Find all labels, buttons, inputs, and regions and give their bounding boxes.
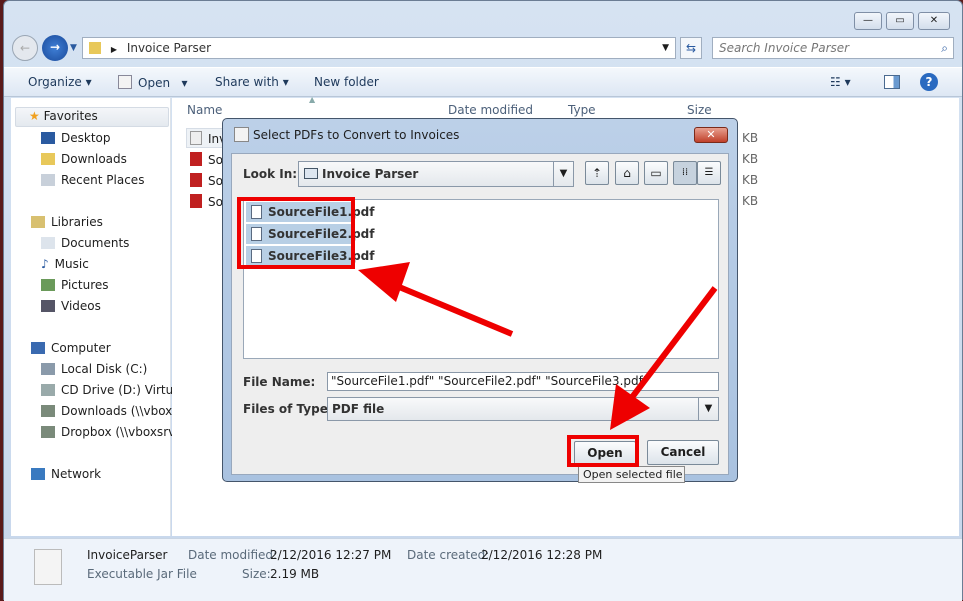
arrow-head	[358, 262, 410, 302]
arrow-to-open	[627, 286, 718, 402]
annotation-arrows	[358, 262, 718, 430]
arrow-to-files	[390, 281, 514, 337]
arrow-head	[610, 384, 650, 430]
